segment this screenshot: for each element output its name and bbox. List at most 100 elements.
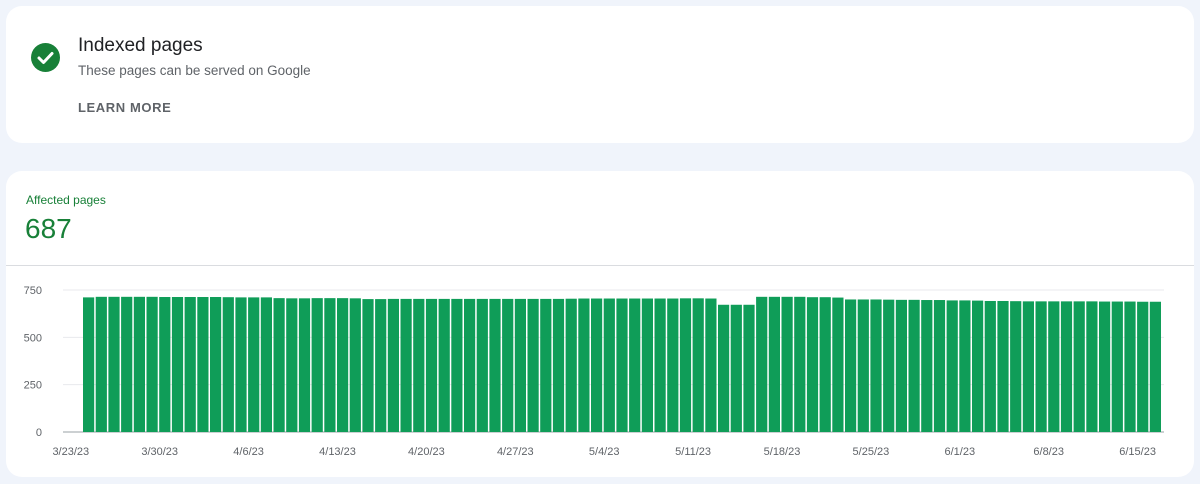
chart-bar[interactable] [235,297,247,432]
chart-bar[interactable] [286,298,298,432]
chart-bar[interactable] [819,297,831,432]
x-tick-label: 5/11/23 [675,446,711,458]
chart-bar[interactable] [400,298,412,432]
chart-bar[interactable] [451,298,463,432]
learn-more-link[interactable]: LEARN MORE [78,100,171,115]
chart-bar[interactable] [1086,301,1098,432]
chart-bar[interactable] [845,299,857,432]
chart-bar[interactable] [159,297,171,432]
chart-bar[interactable] [464,298,476,432]
chart-bar[interactable] [667,298,679,432]
chart-bar[interactable] [705,298,717,432]
affected-pages-bar-chart: 0 250 500 750 3/23/23 3/30/23 4/6/23 4/13/23 4/2… [24,285,1164,458]
chart-bar[interactable] [972,300,984,432]
x-tick-label: 6/8/23 [1033,446,1064,458]
x-tick-label: 4/27/23 [497,446,534,458]
chart-bar[interactable] [984,300,996,432]
chart-bar[interactable] [565,298,577,432]
chart-bar[interactable] [476,298,488,432]
chart-bar[interactable] [83,297,95,432]
chart-bar[interactable] [514,298,526,432]
chart-bar[interactable] [527,298,539,432]
chart-bar[interactable] [1022,301,1034,432]
chart-bar[interactable] [171,297,184,432]
chart-bar[interactable] [832,297,844,432]
chart-bar[interactable] [337,298,349,432]
chart-bar[interactable] [489,298,501,432]
chart-bar[interactable] [133,296,145,432]
chart-bar[interactable] [997,300,1009,432]
chart-bar[interactable] [1099,301,1111,432]
chart-bar[interactable] [654,298,666,432]
chart-bar[interactable] [692,298,704,432]
chart-bar[interactable] [1060,301,1073,432]
chart-bar[interactable] [578,298,590,432]
affected-pages-label: Affected pages [26,193,106,207]
chart-bar[interactable] [260,297,272,432]
chart-bar[interactable] [540,298,552,432]
chart-bar[interactable] [743,304,755,432]
chart-bar[interactable] [273,298,285,432]
chart-bar[interactable] [756,296,768,432]
chart-bar[interactable] [413,298,425,432]
chart-bar[interactable] [375,299,387,432]
chart-bar[interactable] [108,296,120,432]
chart-bar[interactable] [806,297,819,432]
chart-bar[interactable] [298,298,311,432]
x-tick-label: 4/6/23 [233,446,264,458]
chart-bar[interactable] [933,300,946,432]
chart-bar[interactable] [184,297,196,432]
indexed-pages-card: Indexed pages These pages can be served … [6,6,1194,143]
chart-bar[interactable] [502,298,514,432]
check-circle-icon [31,43,60,72]
chart-bar[interactable] [210,297,222,432]
chart-bar[interactable] [718,304,730,432]
x-tick-label: 5/25/23 [853,446,890,458]
chart-bar[interactable] [349,298,361,432]
chart-bar[interactable] [870,299,882,432]
chart-bar[interactable] [248,297,260,432]
chart-bar[interactable] [1137,301,1149,432]
chart-bar[interactable] [438,298,450,432]
y-tick-label: 0 [36,427,42,439]
chart-bar[interactable] [794,296,806,432]
chart-bar[interactable] [768,296,780,432]
chart-bar[interactable] [629,298,641,432]
chart-bar[interactable] [1111,301,1123,432]
chart-bar[interactable] [895,299,907,432]
chart-bar[interactable] [95,296,107,432]
chart-bar[interactable] [1010,301,1022,432]
chart-bar[interactable] [603,298,615,432]
chart-bar[interactable] [781,296,793,432]
chart-bar[interactable] [883,299,895,432]
chart-bar[interactable] [591,298,603,432]
chart-bar[interactable] [146,296,158,432]
chart-bar[interactable] [959,300,971,432]
affected-pages-count: 687 [25,213,72,244]
x-tick-label: 5/4/23 [589,446,620,458]
chart-bar[interactable] [387,298,399,432]
chart-bar[interactable] [324,298,336,432]
chart-bar[interactable] [730,304,742,432]
chart-bar[interactable] [679,298,692,432]
chart-bar[interactable] [311,298,323,432]
affected-pages-card: Affected pages 687 0 250 500 750 3/23/23 3/30… [6,171,1194,477]
chart-bar[interactable] [121,296,133,432]
chart-bar[interactable] [908,299,920,432]
chart-bar[interactable] [857,299,869,432]
chart-bar[interactable] [1035,301,1047,432]
chart-bar[interactable] [921,300,933,432]
chart-bar[interactable] [946,300,958,432]
chart-bar[interactable] [425,298,438,432]
chart-bar[interactable] [1073,301,1085,432]
chart-bar[interactable] [1124,301,1136,432]
chart-bar[interactable] [552,298,565,432]
chart-bar[interactable] [616,298,628,432]
chart-bar[interactable] [1149,301,1161,432]
y-tick-label: 750 [24,285,42,297]
chart-bar[interactable] [641,298,653,432]
chart-bar[interactable] [1048,301,1060,432]
chart-bar[interactable] [222,297,234,432]
chart-bar[interactable] [362,299,374,432]
chart-bar[interactable] [197,297,209,432]
